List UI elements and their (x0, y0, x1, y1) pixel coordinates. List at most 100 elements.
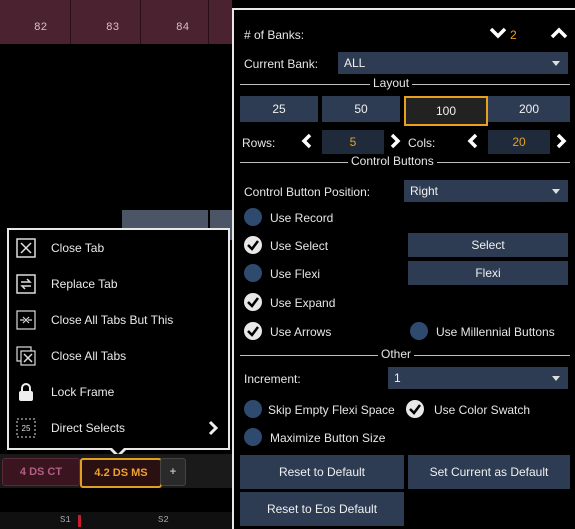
chevron-up-icon (550, 27, 568, 39)
caret-down-icon (552, 61, 560, 66)
channel-divider (208, 0, 209, 44)
direct-selects-icon: 25 (15, 417, 37, 439)
cols-value[interactable]: 20 (488, 130, 550, 154)
chevron-left-icon (467, 133, 478, 149)
menu-item-close-tab[interactable]: Close Tab (15, 234, 221, 262)
control-position-label: Control Button Position: (244, 185, 371, 199)
select-button[interactable]: Select (408, 233, 568, 257)
current-bank-value: ALL (344, 56, 366, 70)
checkmark-icon (247, 240, 259, 251)
level-marker (78, 515, 81, 527)
close-others-icon (15, 309, 37, 331)
channel-divider (140, 0, 141, 44)
use-record-label: Use Record (270, 211, 334, 225)
other-section-title: Other (378, 347, 415, 361)
lock-icon (15, 381, 37, 403)
tab-4-ds-ct[interactable]: 4 DS CT (2, 458, 80, 486)
cols-increase-button[interactable] (550, 130, 572, 152)
skip-empty-checkbox[interactable] (244, 400, 262, 418)
cols-label: Cols: (408, 136, 436, 150)
reset-to-default-button[interactable]: Reset to Default (240, 455, 404, 489)
skip-empty-label: Skip Empty Flexi Space (268, 403, 395, 417)
rows-decrease-button[interactable] (296, 130, 318, 152)
chevron-right-icon (390, 133, 401, 149)
layout-section-title: Layout (370, 76, 413, 90)
banks-decrease-button[interactable] (487, 22, 509, 44)
use-expand-label: Use Expand (270, 296, 336, 310)
use-flexi-checkbox[interactable] (244, 264, 262, 282)
menu-item-label: Direct Selects (51, 421, 126, 435)
menu-pointer-inner (110, 446, 126, 454)
channel-strip: 82 83 84 (0, 0, 232, 44)
increment-label: Increment: (244, 372, 301, 386)
channel-number: 83 (106, 22, 120, 34)
tab-context-menu: Close Tab Replace Tab Close All Tabs But… (7, 228, 230, 450)
rows-label: Rows: (242, 136, 276, 150)
maximize-checkbox[interactable] (244, 428, 262, 446)
chevron-down-icon (489, 27, 507, 39)
color-swatch-checkbox[interactable] (406, 400, 424, 418)
layout-100-button[interactable]: 100 (404, 96, 488, 126)
control-position-value: Right (410, 184, 439, 198)
use-select-checkbox[interactable] (244, 236, 262, 254)
banks-increase-button[interactable] (548, 22, 570, 44)
layout-200-button[interactable]: 200 (488, 96, 570, 122)
use-arrows-checkbox[interactable] (244, 322, 262, 340)
channel-divider (70, 0, 71, 44)
cols-decrease-button[interactable] (462, 130, 484, 152)
bottom-label: S2 (158, 515, 169, 525)
caret-down-icon (552, 376, 560, 381)
reset-to-eos-default-button[interactable]: Reset to Eos Default (240, 492, 404, 526)
increment-select[interactable]: 1 (388, 367, 568, 389)
menu-item-label: Replace Tab (51, 277, 118, 291)
menu-item-direct-selects[interactable]: 25 Direct Selects (15, 414, 221, 442)
tab-4-2-ds-ms[interactable]: 4.2 DS MS (80, 458, 162, 488)
svg-text:25: 25 (22, 424, 31, 433)
rows-value[interactable]: 5 (322, 130, 384, 154)
use-arrows-label: Use Arrows (270, 325, 332, 339)
use-flexi-label: Use Flexi (270, 267, 321, 281)
configuration-panel: # of Banks: 2 Current Bank: ALL Layout 2… (232, 8, 575, 529)
chevron-right-icon (207, 420, 219, 441)
layout-25-button[interactable]: 25 (240, 96, 318, 122)
chevron-left-icon (301, 133, 312, 149)
set-current-as-default-button[interactable]: Set Current as Default (408, 455, 570, 489)
use-record-checkbox[interactable] (244, 208, 262, 226)
bottom-label: S1 (60, 515, 71, 525)
control-buttons-section-title: Control Buttons (348, 154, 437, 168)
close-tab-icon (15, 237, 37, 259)
current-bank-label: Current Bank: (244, 57, 319, 71)
menu-item-replace-tab[interactable]: Replace Tab (15, 270, 221, 298)
menu-item-close-all-but-this[interactable]: Close All Tabs But This (15, 306, 221, 334)
color-swatch-label: Use Color Swatch (434, 403, 531, 417)
tab-bar: 4 DS CT 4.2 DS MS + (0, 454, 232, 488)
channel-number: 84 (176, 22, 190, 34)
replace-tab-icon (15, 273, 37, 295)
checkmark-icon (409, 404, 421, 415)
channel-number: 82 (34, 22, 48, 34)
menu-item-lock-frame[interactable]: Lock Frame (15, 378, 221, 406)
use-millennial-checkbox[interactable] (410, 322, 428, 340)
add-tab-button[interactable]: + (160, 458, 186, 486)
bottom-strip: S1 S2 (0, 512, 232, 529)
menu-item-label: Close Tab (51, 241, 105, 255)
banks-label: # of Banks: (244, 28, 305, 42)
control-position-select[interactable]: Right (404, 180, 568, 202)
increment-value: 1 (394, 371, 401, 385)
banks-value: 2 (510, 28, 517, 42)
close-all-icon (15, 345, 37, 367)
chevron-right-icon (556, 133, 567, 149)
menu-item-label: Close All Tabs But This (51, 313, 174, 327)
menu-item-label: Close All Tabs (51, 349, 127, 363)
layout-50-button[interactable]: 50 (322, 96, 400, 122)
rows-increase-button[interactable] (384, 130, 406, 152)
use-millennial-label: Use Millennial Buttons (436, 325, 555, 339)
flexi-button[interactable]: Flexi (408, 261, 568, 285)
maximize-label: Maximize Button Size (270, 431, 386, 445)
checkmark-icon (247, 297, 259, 308)
caret-down-icon (552, 189, 560, 194)
current-bank-select[interactable]: ALL (338, 52, 568, 74)
use-expand-checkbox[interactable] (244, 293, 262, 311)
menu-item-close-all-tabs[interactable]: Close All Tabs (15, 342, 221, 370)
use-select-label: Use Select (270, 239, 329, 253)
